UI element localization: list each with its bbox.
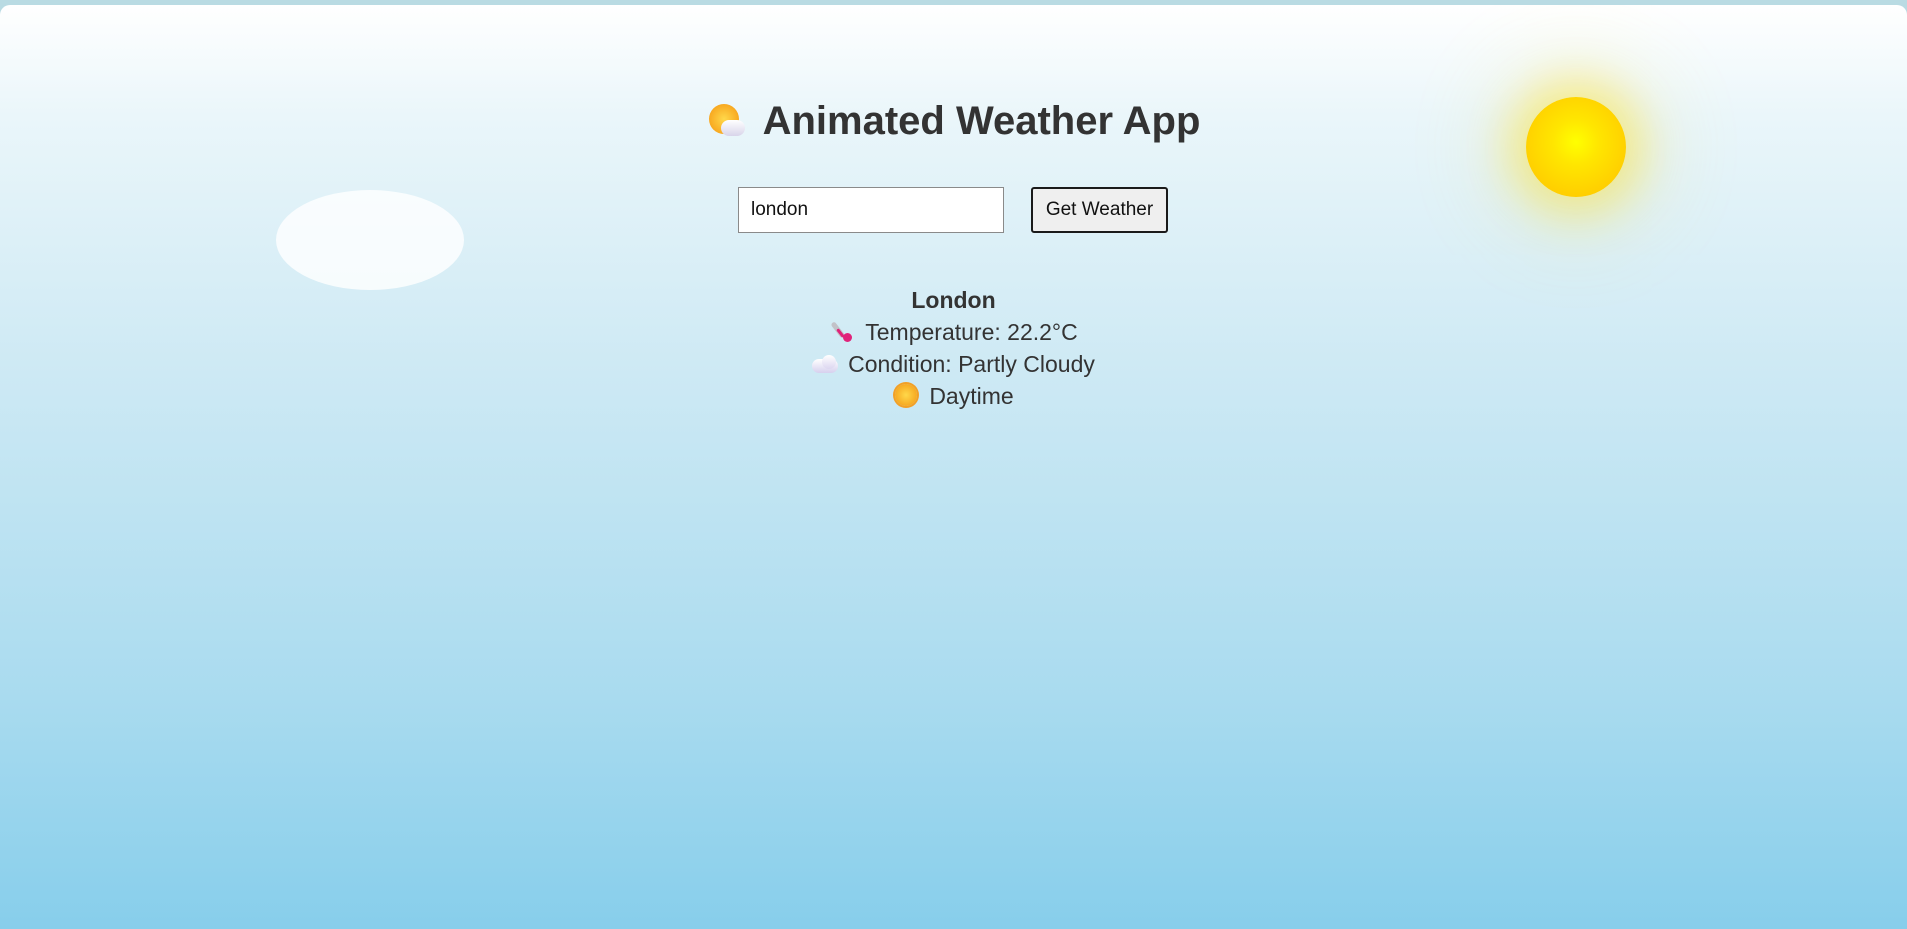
city-input[interactable] bbox=[738, 187, 1004, 233]
sun-behind-cloud-icon bbox=[707, 100, 747, 140]
temperature-text: Temperature: 22.2°C bbox=[865, 319, 1078, 345]
get-weather-button[interactable]: Get Weather bbox=[1031, 187, 1168, 233]
condition-text: Condition: Partly Cloudy bbox=[848, 351, 1095, 377]
page-title-text: Animated Weather App bbox=[762, 99, 1201, 143]
cloud-icon bbox=[812, 351, 839, 375]
temperature-row: Temperature: 22.2°C bbox=[0, 316, 1907, 348]
page-title: Animated Weather App bbox=[0, 97, 1907, 145]
city-name: London bbox=[911, 287, 996, 313]
daytime-row: Daytime bbox=[0, 380, 1907, 412]
thermometer-icon bbox=[829, 319, 855, 343]
weather-result: London Temperature: 22.2°C Condition: Pa… bbox=[0, 284, 1907, 412]
app-background: Animated Weather App Get Weather London … bbox=[0, 5, 1907, 929]
condition-row: Condition: Partly Cloudy bbox=[0, 348, 1907, 380]
daytime-text: Daytime bbox=[929, 383, 1014, 409]
search-form: Get Weather bbox=[0, 187, 1907, 233]
sun-icon bbox=[893, 383, 919, 407]
